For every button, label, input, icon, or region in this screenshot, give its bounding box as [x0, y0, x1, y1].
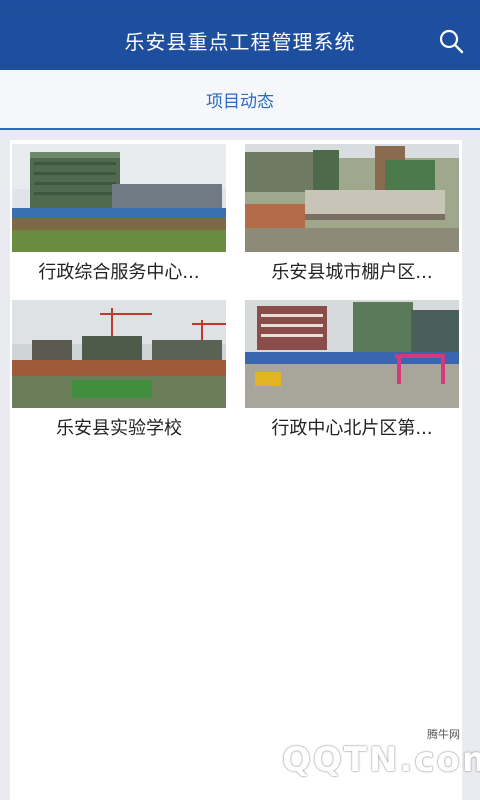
- project-title: 行政综合服务中心...: [38, 262, 200, 283]
- project-thumbnail: [12, 300, 226, 408]
- project-thumbnail: [245, 300, 459, 408]
- project-thumbnail: [12, 144, 226, 252]
- search-button[interactable]: [436, 26, 466, 56]
- watermark: QQTN.com 腾牛网: [278, 728, 480, 788]
- project-card[interactable]: 乐安县城市棚户区...: [245, 144, 459, 294]
- project-list: 行政综合服务中心... 乐安县城市棚户区... 乐安县实验学校 行政中心北片区第…: [10, 140, 462, 800]
- watermark-text: QQTN.com: [282, 740, 480, 780]
- project-card[interactable]: 乐安县实验学校: [12, 300, 226, 450]
- search-icon: [439, 29, 464, 54]
- project-card[interactable]: 行政中心北片区第...: [245, 300, 459, 450]
- watermark-subtext: 腾牛网: [427, 728, 460, 741]
- app-bar: 乐安县重点工程管理系统: [0, 10, 480, 70]
- app-title: 乐安县重点工程管理系统: [124, 29, 356, 54]
- project-title: 乐安县城市棚户区...: [271, 262, 433, 283]
- tab-bar: 项目动态: [0, 70, 480, 130]
- tab-project-news[interactable]: 项目动态: [206, 87, 274, 112]
- project-title: 乐安县实验学校: [56, 418, 182, 439]
- project-thumbnail: [245, 144, 459, 252]
- project-card[interactable]: 行政综合服务中心...: [12, 144, 226, 294]
- project-title: 行政中心北片区第...: [271, 418, 433, 439]
